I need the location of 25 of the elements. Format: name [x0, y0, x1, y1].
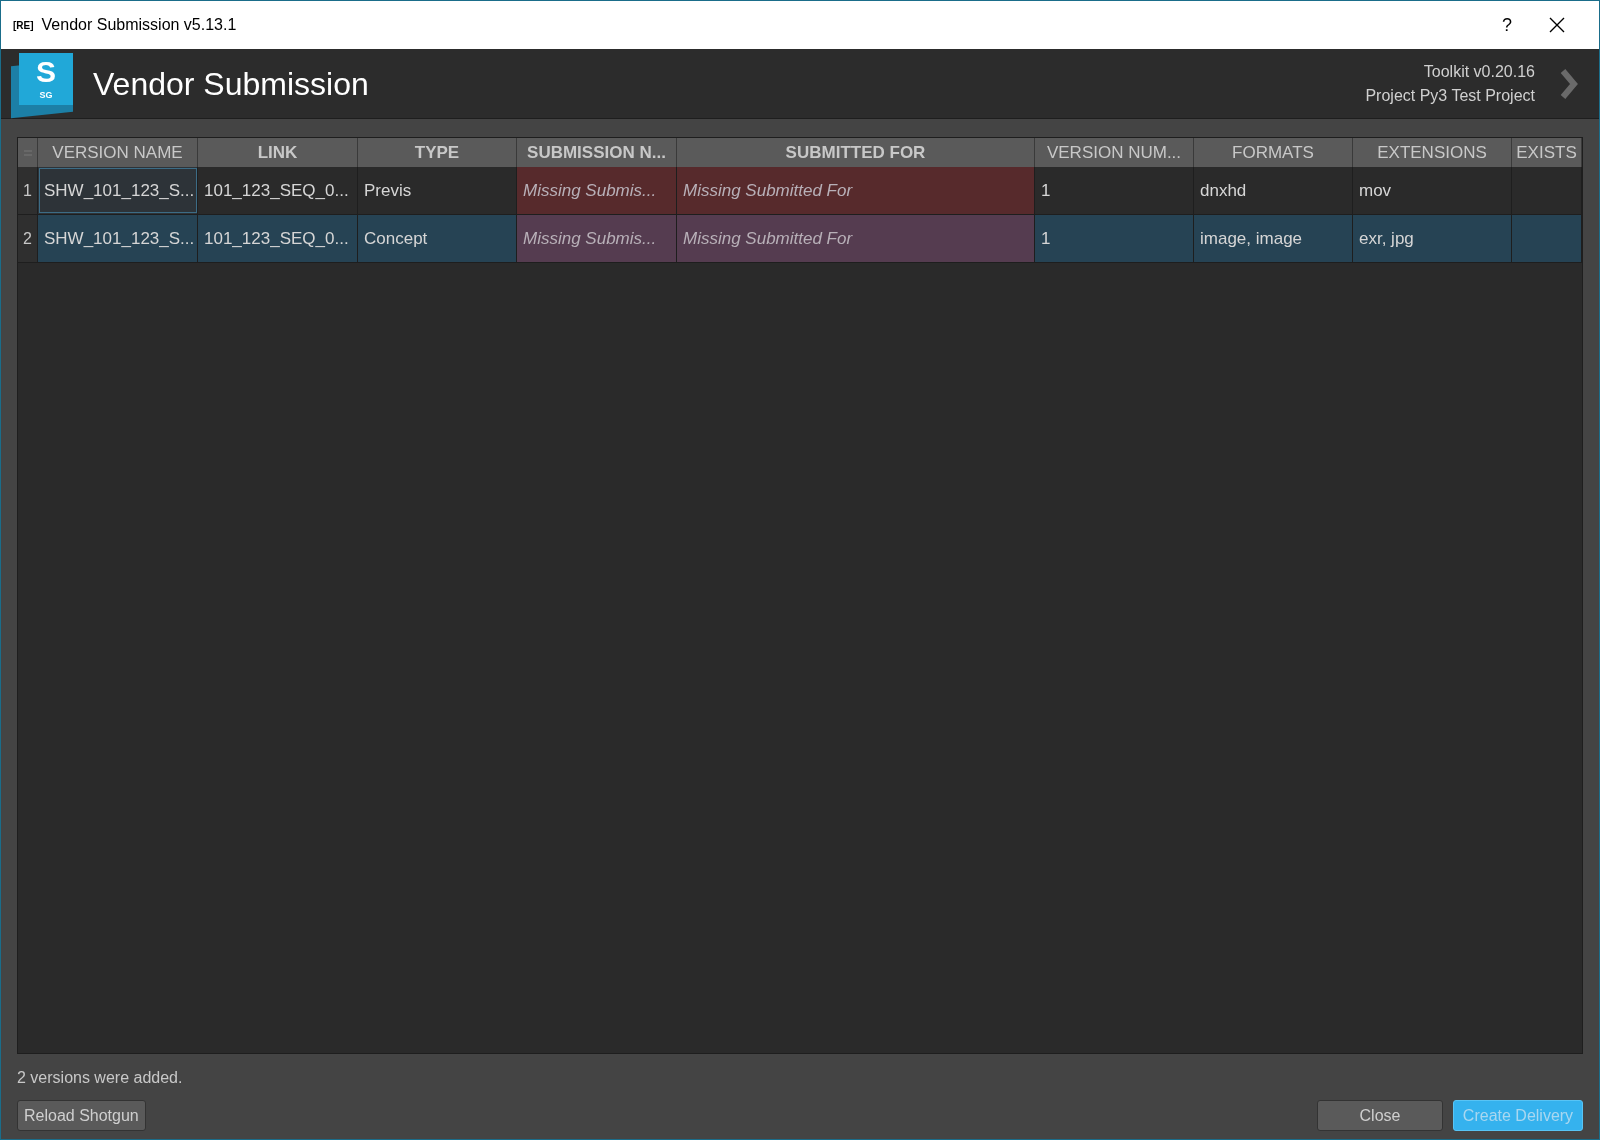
table-cell: Missing Submis...: [517, 215, 677, 262]
chevron-right-icon[interactable]: [1559, 67, 1579, 100]
row-number: 2: [18, 215, 38, 262]
table-cell: SHW_101_123_S...: [38, 215, 198, 262]
table-cell: image, image: [1194, 215, 1353, 262]
toolkit-version: Toolkit v0.20.16: [1423, 61, 1535, 82]
table-cell: 1: [1035, 215, 1194, 262]
table-cell: Concept: [358, 215, 517, 262]
row-number: 1: [18, 167, 38, 214]
help-button[interactable]: ?: [1487, 5, 1527, 45]
table-cell: Missing Submitted For: [677, 167, 1035, 214]
table-cell: SHW_101_123_S...: [38, 167, 198, 214]
table-cell: 101_123_SEQ_0...: [198, 215, 358, 262]
project-name: Project Py3 Test Project: [1365, 85, 1535, 106]
column-header[interactable]: EXISTS: [1512, 138, 1582, 167]
status-message: 2 versions were added.: [17, 1068, 184, 1088]
window-title: Vendor Submission v5.13.1: [41, 15, 237, 35]
table-cell: exr, jpg: [1353, 215, 1512, 262]
dialog-button[interactable]: Close: [1317, 1100, 1443, 1131]
close-icon[interactable]: [1549, 17, 1565, 33]
page-title: Vendor Submission: [93, 64, 369, 104]
dialog-button[interactable]: Reload Shotgun: [17, 1100, 146, 1131]
table-cell: Missing Submitted For: [677, 215, 1035, 262]
app-label: [RE]: [13, 18, 34, 33]
table-cell: Missing Submis...: [517, 167, 677, 214]
